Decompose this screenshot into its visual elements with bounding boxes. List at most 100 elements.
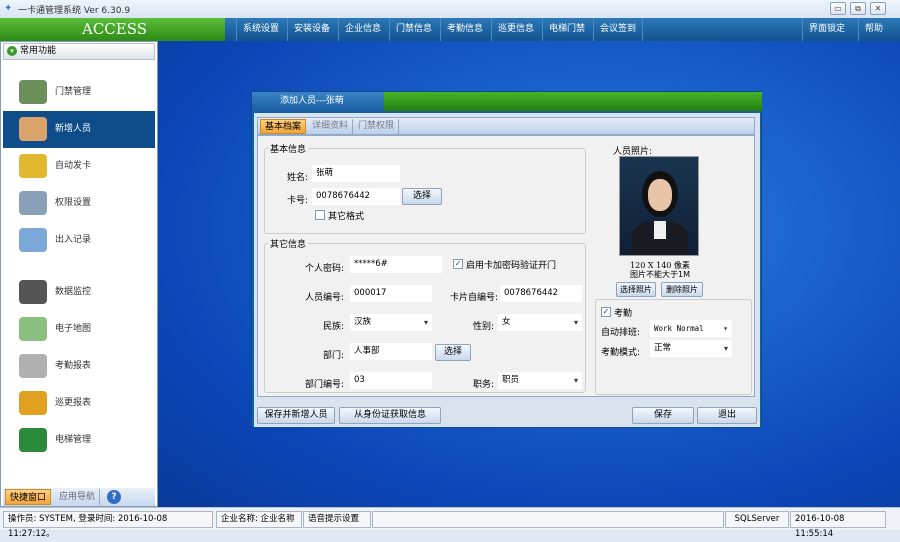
maximize-button[interactable]: ⧉ xyxy=(850,2,866,15)
sidebar-item-label: 权限设置 xyxy=(55,198,92,208)
auto-shift-select[interactable]: Work Normal xyxy=(650,320,732,337)
menu-patrol-info[interactable]: 巡更信息 xyxy=(491,18,540,41)
department-label: 部门: xyxy=(322,351,344,361)
select-photo-button[interactable]: 选择照片 xyxy=(616,282,656,297)
card-input[interactable]: 0078676442 xyxy=(312,188,400,205)
map-icon xyxy=(19,317,47,341)
sidebar-item-label: 门禁管理 xyxy=(55,87,92,97)
sidebar-item-search-record[interactable]: 出入记录 xyxy=(3,222,155,259)
menu-help[interactable]: 帮助 xyxy=(858,18,889,41)
sidebar-item-camera[interactable]: 数据监控 xyxy=(3,274,155,311)
add-person-dialog: 添加人员---张萌 基本档案 详细资料 门禁权限 基本信息 姓名: 张萌 卡号:… xyxy=(251,91,762,428)
person-photo xyxy=(619,156,699,256)
nation-select[interactable]: 汉族 xyxy=(350,314,432,331)
menu-install-device[interactable]: 安装设备 xyxy=(287,18,336,41)
card-password-label: 启用卡加密码验证开门 xyxy=(466,261,557,271)
sidebar-item-label: 自动发卡 xyxy=(55,161,92,171)
menu-system-settings[interactable]: 系统设置 xyxy=(236,18,285,41)
position-label: 职务: xyxy=(472,380,494,390)
employee-no-input[interactable]: 000017 xyxy=(350,285,432,302)
search-record-icon xyxy=(19,228,47,252)
menu-meeting[interactable]: 会议签到 xyxy=(593,18,644,41)
collapse-icon: ▾ xyxy=(7,46,17,56)
name-label: 姓名: xyxy=(286,173,308,183)
sidebar-item-permission[interactable]: 权限设置 xyxy=(3,185,155,222)
card-select-button[interactable]: 选择 xyxy=(402,188,442,205)
sidebar-header-label: 常用功能 xyxy=(20,46,57,56)
sidebar-item-clock[interactable]: 考勤报表 xyxy=(3,348,155,385)
tab-access-rights[interactable]: 门禁权限 xyxy=(354,119,400,134)
department-input[interactable]: 人事部 xyxy=(350,343,432,360)
read-id-card-button[interactable]: 从身份证获取信息 xyxy=(339,407,441,424)
user-add-icon xyxy=(19,117,47,141)
card-label: 卡号: xyxy=(286,196,308,206)
menu-attendance-info[interactable]: 考勤信息 xyxy=(440,18,489,41)
close-button[interactable]: ✕ xyxy=(870,2,886,15)
gender-label: 性别: xyxy=(472,322,494,332)
menu-elevator[interactable]: 电梯门禁 xyxy=(542,18,591,41)
sidebar-header[interactable]: ▾ 常用功能 xyxy=(3,43,155,60)
card-self-no-input[interactable]: 0078676442 xyxy=(500,285,582,302)
status-company: 企业名称: 企业名称 xyxy=(216,511,302,528)
patrol-icon xyxy=(19,391,47,415)
sidebar-item-map[interactable]: 电子地图 xyxy=(3,311,155,348)
other-format-checkbox[interactable] xyxy=(315,210,325,220)
status-empty xyxy=(372,511,724,528)
minimize-button[interactable]: ▭ xyxy=(830,2,846,15)
brand-logo: ACCESS xyxy=(0,18,225,41)
sidebar-item-label: 考勤报表 xyxy=(55,361,92,371)
tab-basic[interactable]: 基本档案 xyxy=(260,119,307,134)
window-title: 一卡通管理系统 Ver 6.30.9 xyxy=(18,6,131,16)
sidebar: ▾ 常用功能 门禁管理新增人员自动发卡权限设置出入记录数据监控 电子地图考勤报表巡… xyxy=(0,41,158,507)
clock-icon xyxy=(19,354,47,378)
card-self-no-label: 卡片自编号: xyxy=(449,293,498,303)
save-button[interactable]: 保存 xyxy=(632,407,694,424)
status-voice-settings[interactable]: 语音提示设置 xyxy=(303,511,371,528)
menu-lock-screen[interactable]: 界面锁定 xyxy=(802,18,851,41)
other-format-label: 其它格式 xyxy=(328,212,365,222)
nation-label: 民族: xyxy=(322,322,344,332)
department-no-input[interactable]: 03 xyxy=(350,372,432,389)
basic-panel: 基本信息 姓名: 张萌 卡号: 0078676442 选择 其它格式 其它信息 … xyxy=(257,135,755,397)
exit-button[interactable]: 退出 xyxy=(697,407,757,424)
sidebar-item-door-access[interactable]: 门禁管理 xyxy=(3,74,155,111)
menu-bar: ACCESS 系统设置 安装设备 企业信息 门禁信息 考勤信息 巡更信息 电梯门… xyxy=(0,18,900,41)
sidebar-item-card[interactable]: 自动发卡 xyxy=(3,148,155,185)
tab-details[interactable]: 详细资料 xyxy=(308,119,354,134)
elevator-icon xyxy=(19,428,47,452)
attendance-checkbox[interactable]: ✓ xyxy=(601,307,611,317)
sidebar-item-label: 新增人员 xyxy=(55,124,92,134)
card-password-checkbox[interactable]: ✓ xyxy=(453,259,463,269)
password-input[interactable]: *****6# xyxy=(350,256,442,273)
gender-select[interactable]: 女 xyxy=(498,314,582,331)
tab-quick-window[interactable]: 快捷窗口 xyxy=(5,489,52,505)
camera-icon xyxy=(19,280,47,304)
menu-access-info[interactable]: 门禁信息 xyxy=(389,18,438,41)
position-select[interactable]: 职员 xyxy=(498,372,582,389)
name-input[interactable]: 张萌 xyxy=(312,165,400,182)
sidebar-item-user-add[interactable]: 新增人员 xyxy=(3,111,155,148)
dialog-body: 基本档案 详细资料 门禁权限 基本信息 姓名: 张萌 卡号: 007867644… xyxy=(254,113,760,427)
sidebar-item-patrol[interactable]: 巡更报表 xyxy=(3,385,155,422)
permission-icon xyxy=(19,191,47,215)
sidebar-item-label: 出入记录 xyxy=(55,235,92,245)
attendance-mode-label: 考勤模式: xyxy=(601,348,641,358)
sidebar-tabs: 快捷窗口 应用导航 ? xyxy=(3,488,155,506)
door-access-icon xyxy=(19,80,47,104)
dialog-title: 添加人员---张萌 xyxy=(252,92,384,111)
attendance-mode-select[interactable]: 正常 xyxy=(650,340,732,357)
menu-company-info[interactable]: 企业信息 xyxy=(338,18,387,41)
employee-no-label: 人员编号: xyxy=(304,293,344,303)
status-database: SQLServer xyxy=(725,511,789,528)
delete-photo-button[interactable]: 删除照片 xyxy=(661,282,703,297)
tab-bar: 基本档案 详细资料 门禁权限 xyxy=(257,117,755,135)
sidebar-item-elevator[interactable]: 电梯管理 xyxy=(3,422,155,459)
save-and-new-button[interactable]: 保存并新增人员 xyxy=(257,407,335,424)
tab-app-nav[interactable]: 应用导航 xyxy=(55,489,101,505)
help-icon[interactable]: ? xyxy=(107,490,121,504)
status-operator: 操作员: SYSTEM, 登录时间: 2016-10-08 11:27:12。 xyxy=(3,511,213,539)
department-select-button[interactable]: 选择 xyxy=(435,344,471,361)
status-bar: 操作员: SYSTEM, 登录时间: 2016-10-08 11:27:12。 … xyxy=(0,507,900,539)
attendance-label: 考勤 xyxy=(614,309,633,319)
sidebar-item-label: 电梯管理 xyxy=(55,435,92,445)
